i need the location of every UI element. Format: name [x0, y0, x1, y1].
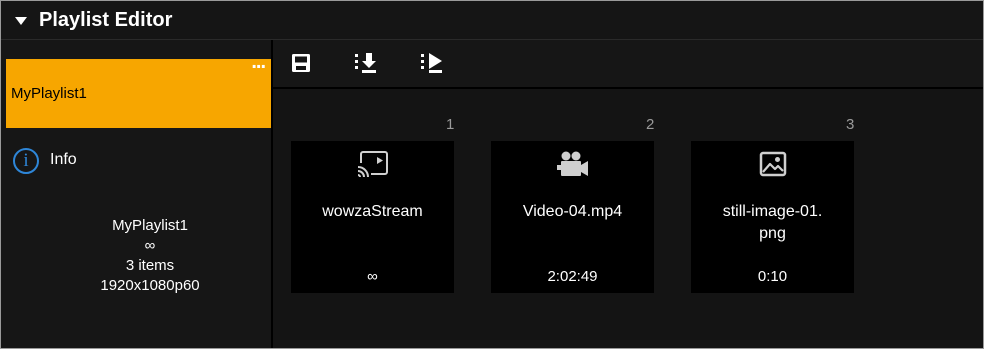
- playlist-editor-panel: Playlist Editor MyPlaylist1 ... i Info M…: [0, 0, 984, 349]
- import-icon: [355, 53, 376, 73]
- save-button[interactable]: [288, 49, 316, 77]
- item-duration: ∞: [367, 268, 378, 285]
- info-icon: i: [13, 148, 39, 174]
- import-button[interactable]: [353, 49, 381, 77]
- summary-item-count: 3 items: [125, 257, 175, 274]
- collapse-arrow-icon[interactable]: [15, 17, 27, 25]
- playlist-item-card[interactable]: still-image-01. png 0:10: [691, 141, 854, 293]
- item-index: 2: [646, 116, 655, 133]
- more-options-icon[interactable]: ...: [251, 51, 266, 74]
- info-label: Info: [50, 151, 77, 168]
- video-camera-icon: [491, 149, 654, 181]
- play-list-icon: [421, 53, 442, 73]
- item-title: Video-04.mp4: [522, 203, 623, 220]
- summary-name: MyPlaylist1: [112, 217, 188, 234]
- image-icon: [691, 149, 854, 181]
- playlist-items-area: 1 wowzaStream ∞ 2 Video-04.mp4 2:02:49 3…: [273, 89, 983, 348]
- playlist-summary: MyPlaylist1 ∞ 3 items 1920x1080p60: [1, 216, 299, 296]
- summary-loop: ∞: [144, 237, 156, 254]
- item-duration: 2:02:49: [547, 268, 598, 285]
- item-duration: 0:10: [757, 268, 788, 285]
- panel-title: Playlist Editor: [39, 9, 173, 31]
- panel-header[interactable]: Playlist Editor: [1, 1, 983, 40]
- playlist-item-card[interactable]: wowzaStream ∞: [291, 141, 454, 293]
- item-index: 3: [846, 116, 855, 133]
- cast-stream-icon: [291, 149, 454, 181]
- save-icon: [292, 54, 310, 72]
- playlist-item-card[interactable]: Video-04.mp4 2:02:49: [491, 141, 654, 293]
- item-title: still-image-01. png: [722, 203, 823, 242]
- info-section-header: i Info: [13, 148, 253, 180]
- playlist-sidebar: MyPlaylist1 ... i Info MyPlaylist1 ∞ 3 i…: [1, 40, 271, 348]
- summary-resolution: 1920x1080p60: [100, 277, 200, 294]
- playlist-name: MyPlaylist1: [11, 85, 87, 102]
- item-title: wowzaStream: [322, 203, 423, 220]
- play-list-button[interactable]: [419, 49, 447, 77]
- item-index: 1: [446, 116, 455, 133]
- playlist-item-selected[interactable]: MyPlaylist1 ...: [6, 51, 271, 128]
- playlist-toolbar: [273, 40, 983, 87]
